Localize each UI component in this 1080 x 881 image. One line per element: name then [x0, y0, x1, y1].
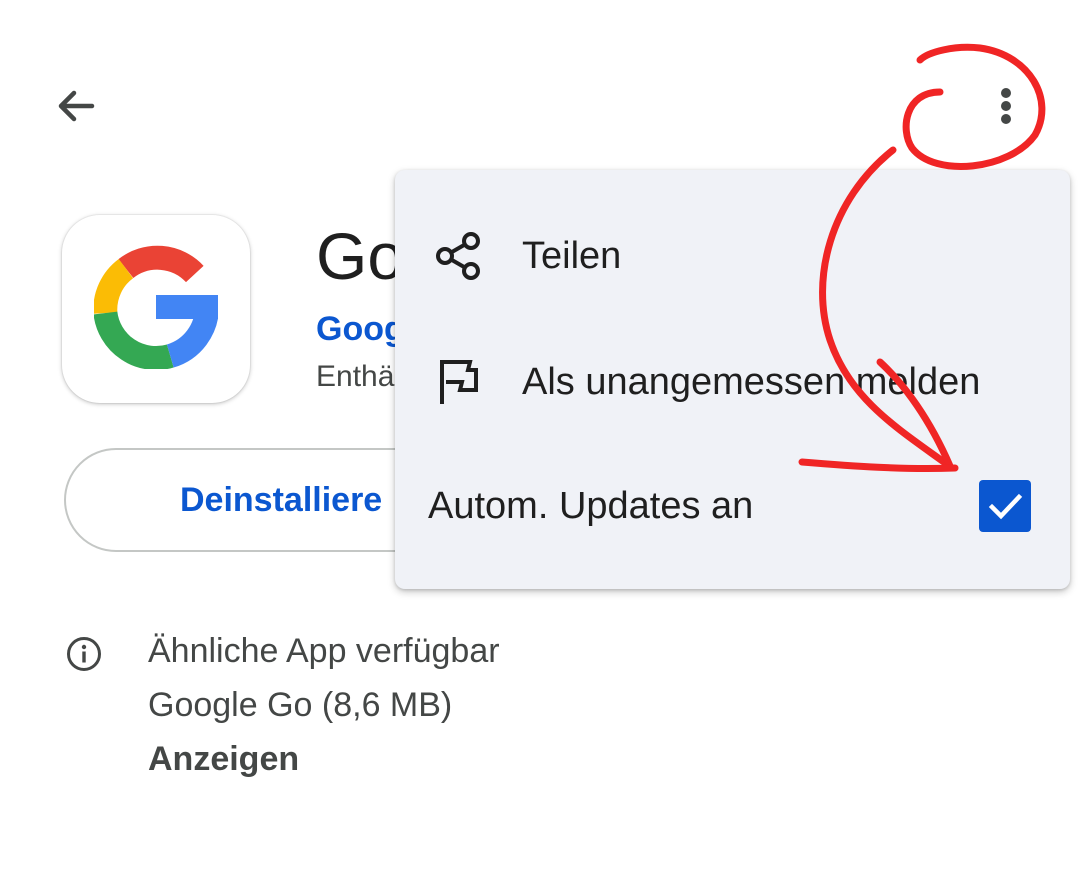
app-title: Go — [316, 219, 405, 293]
more-vert-icon — [996, 82, 1016, 135]
google-g-logo-icon — [93, 245, 220, 374]
menu-item-auto-update[interactable]: Autom. Updates an — [395, 466, 1070, 546]
similar-app-title: Ähnliche App verfügbar — [148, 632, 500, 670]
menu-item-report-label: Als unangemessen melden — [522, 360, 981, 403]
arrow-back-icon — [52, 82, 100, 135]
similar-app-detail: Google Go (8,6 MB) — [148, 686, 453, 724]
menu-item-share-label: Teilen — [522, 234, 622, 277]
checkmark-icon — [988, 493, 1023, 520]
menu-item-share[interactable]: Teilen — [395, 216, 1070, 296]
info-icon — [66, 636, 102, 672]
share-icon — [430, 228, 486, 284]
app-icon — [62, 215, 250, 403]
flag-icon — [430, 354, 486, 410]
auto-update-checkbox[interactable] — [979, 480, 1031, 532]
back-button[interactable] — [40, 72, 112, 144]
more-options-button[interactable] — [970, 72, 1042, 144]
menu-item-auto-update-label: Autom. Updates an — [428, 484, 754, 527]
menu-item-report[interactable]: Als unangemessen melden — [395, 342, 1070, 422]
developer-link[interactable]: Goog — [316, 310, 405, 349]
overflow-menu: Teilen Als unangemessen melden Autom. Up… — [395, 170, 1070, 589]
app-subtitle: Enthä — [316, 360, 395, 393]
show-similar-app-link[interactable]: Anzeigen — [148, 740, 299, 779]
